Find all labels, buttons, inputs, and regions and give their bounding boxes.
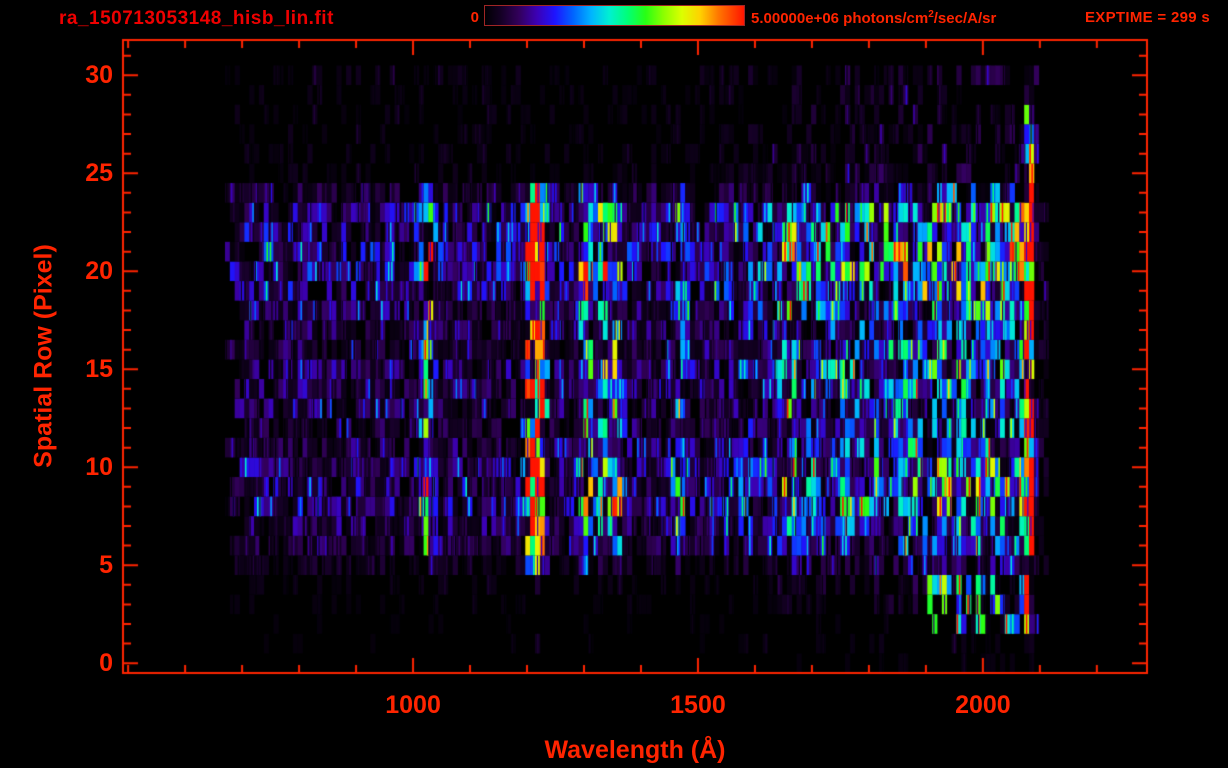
colorbar-max-label: 5.00000e+06 photons/cm2/sec/A/sr — [751, 9, 996, 27]
plot-title-filename: ra_150713053148_hisb_lin.fit — [59, 8, 334, 29]
x-axis-title: Wavelength (Å) — [544, 736, 726, 764]
y-tick-label-20: 20 — [85, 257, 113, 286]
y-tick-label-5: 5 — [99, 551, 113, 580]
colorbar-unit-suffix: /sec/A/sr — [933, 10, 997, 27]
spectrogram-heatmap-canvas — [0, 0, 1228, 768]
y-tick-label-30: 30 — [85, 61, 113, 90]
y-tick-label-0: 0 — [99, 649, 113, 678]
colorbar-unit-prefix: photons/cm — [839, 10, 929, 27]
y-tick-label-15: 15 — [85, 355, 113, 384]
exptime-label: EXPTIME = 299 s — [1085, 9, 1210, 26]
plot-window: ra_150713053148_hisb_lin.fit 0 5.00000e+… — [0, 0, 1228, 768]
y-tick-label-25: 25 — [85, 159, 113, 188]
x-tick-label-1000: 1000 — [385, 691, 441, 719]
colorbar-min-label: 0 — [470, 9, 479, 26]
colorbar-gradient — [484, 5, 745, 26]
colorbar-max-value: 5.00000e+06 — [751, 10, 840, 27]
x-tick-label-2000: 2000 — [955, 691, 1011, 719]
y-tick-label-10: 10 — [85, 453, 113, 482]
x-tick-label-1500: 1500 — [670, 691, 726, 719]
